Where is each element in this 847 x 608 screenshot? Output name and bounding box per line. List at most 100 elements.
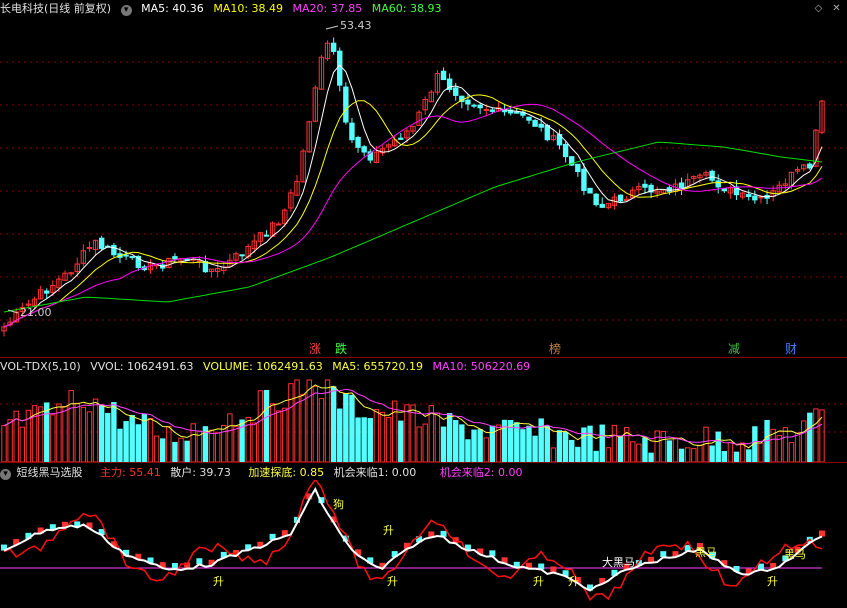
volume-chart[interactable] [0,376,847,462]
candle-body [343,86,349,123]
volume-bar [654,430,660,462]
volume-bar [562,431,569,462]
event-tag-label: 榜 [549,342,562,356]
volume-bar [440,426,447,462]
volume-bar [147,417,154,462]
candle-body [752,195,758,201]
volume-bar [44,402,50,462]
volume-bar [611,424,618,462]
ma10-value: MA10: 38.49 [213,2,284,15]
label-text: 大黑马 [602,556,635,569]
candle-body [202,261,209,273]
volume-bar [361,417,367,462]
indicator-label-sheng: 升 [566,575,581,589]
volume-bar [630,441,636,462]
label-text: 升 [383,524,394,537]
candle-body [562,143,569,158]
volume-bar [422,423,428,462]
candle-body [715,180,721,188]
event-tag-bang[interactable]: 榜 [547,342,563,356]
volume-bar [349,394,355,462]
candle-body [471,104,477,107]
event-tag-zhang[interactable]: 涨 [307,342,323,356]
candle-body [807,163,813,169]
indicator-chart[interactable] [0,480,847,608]
indicator-header: ▾ 短线黑马选股 主力: 55.41 散户: 39.73 加速探底: 0.85 … [0,464,529,481]
candle-body [599,203,605,208]
label-text: 黑马 [695,546,717,559]
candle-body [355,136,361,148]
volume-bar [19,426,26,462]
ma20-line [3,103,823,328]
indicator-toggle-icon[interactable]: ▾ [0,469,11,480]
volume-bar [74,402,80,462]
indicator-name[interactable]: 短线黑马选股 [17,466,83,479]
settings-icon[interactable]: ▾ [120,5,132,16]
volume-bar [208,429,215,462]
label-text: 升 [387,575,398,588]
indicator-label-sheng: 升 [381,524,396,538]
volume-bar [367,418,373,462]
volume-bar [1,425,7,462]
volume-bar [294,379,300,462]
stock-title[interactable]: 长电科技(日线 前复权) [0,2,111,15]
volume-bar [50,414,56,462]
volume-bar [129,414,135,462]
volume-bar [538,418,544,462]
event-tag-label: 财 [785,342,798,356]
volume-bar [678,448,685,462]
label-text: 升 [533,575,544,588]
indicator-label-sheng: 升 [765,575,780,589]
candle-body [617,194,624,202]
volume-bar [587,425,593,462]
indicator-label-sheng: 升 [531,575,546,589]
volume-bar [135,424,141,462]
volume-bar [312,385,319,462]
indicator-label-heima: 黑马 [693,546,719,560]
candle-body [477,104,483,109]
event-tag-die[interactable]: 跌 [333,342,349,356]
volume-bar [318,398,325,462]
volume-bar [282,407,288,462]
volume-bar [404,404,410,462]
indicator-label-tai-heima: 大黑马 [600,556,637,570]
candle-body [398,137,404,140]
ma60-value: MA60: 38.93 [371,2,442,15]
volume-bar [385,417,392,462]
volume-bar [263,390,270,462]
event-tag-label: 减 [728,342,741,356]
volume-bar [477,429,483,462]
volume-bar [276,410,282,462]
candle-body [361,146,367,153]
volume-bar [648,452,654,462]
volume-value: VOLUME: 1062491.63 [203,360,323,373]
candle-body [98,237,105,249]
candle-body [593,193,599,206]
volume-bar [172,441,178,462]
candle-body [746,194,752,198]
volume-bar [636,443,642,462]
volume-bar [788,442,795,462]
volume-bar [727,441,734,462]
close-icon[interactable]: ✕ [831,3,842,14]
volume-bar [758,442,764,462]
volume-bar [746,449,752,462]
volume-bar [306,379,312,462]
volume-bar [446,413,453,462]
event-tag-cai[interactable]: 财 [783,342,799,356]
panel-divider [0,462,847,463]
kline-chart[interactable]: 53.43 21.00 [0,17,847,357]
volume-indicator-name[interactable]: VOL-TDX(5,10) [0,360,81,373]
volume-bar [98,405,105,462]
diamond-icon[interactable]: ◇ [813,3,824,14]
indicator-label-heima: 黑马 [782,548,808,562]
candle-body [721,188,728,192]
high-price-label: 53.43 [340,19,372,32]
event-tag-jian[interactable]: 减 [726,342,742,356]
volume-bar [532,435,538,462]
volume-bar [721,450,728,462]
volume-bar [556,430,563,462]
volume-bar [123,421,129,462]
label-text: 狗 [333,498,344,511]
volume-bar [214,432,221,462]
